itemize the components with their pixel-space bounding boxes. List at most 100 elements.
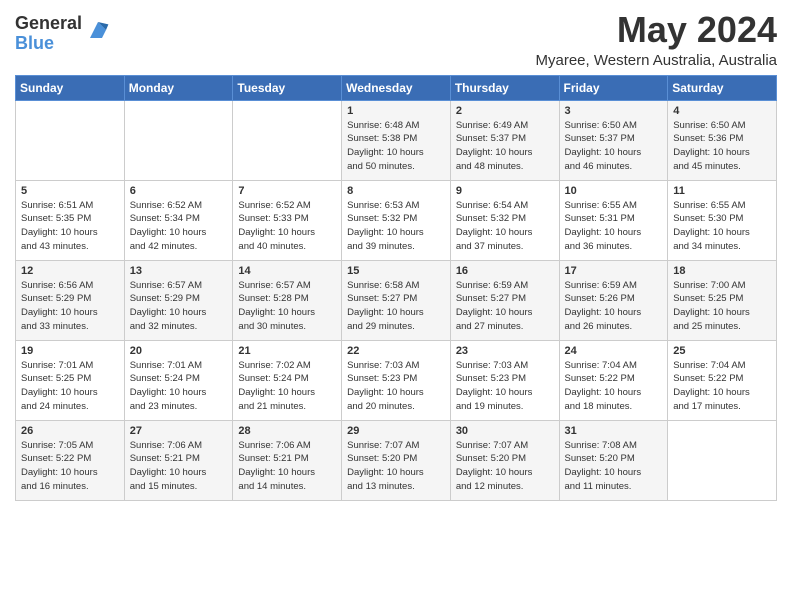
day-info: Sunrise: 6:55 AM Sunset: 5:31 PM Dayligh… xyxy=(565,199,663,254)
calendar-cell: 6Sunrise: 6:52 AM Sunset: 5:34 PM Daylig… xyxy=(124,180,233,260)
calendar-cell: 29 Sunrise: 7:07 AM Sunset: 5:20 PM Dayli… xyxy=(342,420,451,500)
day-number: 15 xyxy=(347,265,445,277)
day-number: 11 xyxy=(673,185,771,197)
day-info: Sunrise: 6:50 AM Sunset: 5:37 PM Dayligh… xyxy=(565,119,663,174)
day-number: 14 xyxy=(238,265,336,277)
day-info: Sunrise: 7:03 AM Sunset: 5:23 PM Dayligh… xyxy=(456,359,554,414)
day-number: 27 xyxy=(130,425,228,437)
day-info: Sunrise: 7:01 AM Sunset: 5:25 PM Dayligh… xyxy=(21,359,119,414)
day-info: Sunrise: 7:07 AM Sunset: 5:20 PM Dayligh… xyxy=(347,439,445,494)
day-info: Sunrise: 7:00 AM Sunset: 5:25 PM Dayligh… xyxy=(673,279,771,334)
day-info: Sunrise: 7:07 AM Sunset: 5:20 PM Dayligh… xyxy=(456,439,554,494)
day-info: Sunrise: 6:57 AM Sunset: 5:29 PM Dayligh… xyxy=(130,279,228,334)
calendar-cell: 18 Sunrise: 7:00 AM Sunset: 5:25 PM Dayli… xyxy=(668,260,777,340)
day-info: Sunrise: 7:03 AM Sunset: 5:23 PM Dayligh… xyxy=(347,359,445,414)
calendar-cell xyxy=(124,100,233,180)
day-number: 10 xyxy=(565,185,663,197)
calendar-cell: 12Sunrise: 6:56 AM Sunset: 5:29 PM Dayli… xyxy=(16,260,125,340)
page-header: General Blue May 2024 Myaree, Western Au… xyxy=(15,10,777,69)
calendar-subtitle: Myaree, Western Australia, Australia xyxy=(536,52,778,69)
day-number: 18 xyxy=(673,265,771,277)
calendar-cell: 10 Sunrise: 6:55 AM Sunset: 5:31 PM Dayli… xyxy=(559,180,668,260)
day-info: Sunrise: 7:04 AM Sunset: 5:22 PM Dayligh… xyxy=(565,359,663,414)
calendar-cell: 13Sunrise: 6:57 AM Sunset: 5:29 PM Dayli… xyxy=(124,260,233,340)
calendar-title: May 2024 xyxy=(536,10,778,50)
day-number: 23 xyxy=(456,345,554,357)
calendar-cell: 15 Sunrise: 6:58 AM Sunset: 5:27 PM Dayli… xyxy=(342,260,451,340)
calendar-table: SundayMondayTuesdayWednesdayThursdayFrid… xyxy=(15,75,777,501)
day-info: Sunrise: 6:50 AM Sunset: 5:36 PM Dayligh… xyxy=(673,119,771,174)
weekday-header-row: SundayMondayTuesdayWednesdayThursdayFrid… xyxy=(16,75,777,100)
calendar-cell: 28 Sunrise: 7:06 AM Sunset: 5:21 PM Dayli… xyxy=(233,420,342,500)
weekday-header-thursday: Thursday xyxy=(450,75,559,100)
calendar-cell xyxy=(668,420,777,500)
day-number: 5 xyxy=(21,185,119,197)
day-info: Sunrise: 6:54 AM Sunset: 5:32 PM Dayligh… xyxy=(456,199,554,254)
day-number: 21 xyxy=(238,345,336,357)
calendar-week-4: 19 Sunrise: 7:01 AM Sunset: 5:25 PM Dayli… xyxy=(16,340,777,420)
day-info: Sunrise: 7:01 AM Sunset: 5:24 PM Dayligh… xyxy=(130,359,228,414)
logo: General Blue xyxy=(15,14,110,54)
day-number: 19 xyxy=(21,345,119,357)
logo-general-text: General xyxy=(15,14,82,34)
day-info: Sunrise: 6:57 AM Sunset: 5:28 PM Dayligh… xyxy=(238,279,336,334)
day-number: 4 xyxy=(673,105,771,117)
calendar-cell xyxy=(233,100,342,180)
calendar-cell: 14 Sunrise: 6:57 AM Sunset: 5:28 PM Dayli… xyxy=(233,260,342,340)
day-info: Sunrise: 7:04 AM Sunset: 5:22 PM Dayligh… xyxy=(673,359,771,414)
day-info: Sunrise: 6:56 AM Sunset: 5:29 PM Dayligh… xyxy=(21,279,119,334)
calendar-cell: 17 Sunrise: 6:59 AM Sunset: 5:26 PM Dayli… xyxy=(559,260,668,340)
calendar-cell: 19 Sunrise: 7:01 AM Sunset: 5:25 PM Dayli… xyxy=(16,340,125,420)
day-number: 29 xyxy=(347,425,445,437)
calendar-cell: 16Sunrise: 6:59 AM Sunset: 5:27 PM Dayli… xyxy=(450,260,559,340)
calendar-cell: 24 Sunrise: 7:04 AM Sunset: 5:22 PM Dayli… xyxy=(559,340,668,420)
weekday-header-tuesday: Tuesday xyxy=(233,75,342,100)
day-info: Sunrise: 7:02 AM Sunset: 5:24 PM Dayligh… xyxy=(238,359,336,414)
calendar-cell: 20 Sunrise: 7:01 AM Sunset: 5:24 PM Dayli… xyxy=(124,340,233,420)
weekday-header-friday: Friday xyxy=(559,75,668,100)
calendar-cell: 25 Sunrise: 7:04 AM Sunset: 5:22 PM Dayli… xyxy=(668,340,777,420)
weekday-header-wednesday: Wednesday xyxy=(342,75,451,100)
day-info: Sunrise: 6:58 AM Sunset: 5:27 PM Dayligh… xyxy=(347,279,445,334)
day-number: 9 xyxy=(456,185,554,197)
day-number: 30 xyxy=(456,425,554,437)
calendar-week-2: 5 Sunrise: 6:51 AM Sunset: 5:35 PM Daylig… xyxy=(16,180,777,260)
day-info: Sunrise: 6:55 AM Sunset: 5:30 PM Dayligh… xyxy=(673,199,771,254)
title-block: May 2024 Myaree, Western Australia, Aust… xyxy=(536,10,778,69)
calendar-cell: 5 Sunrise: 6:51 AM Sunset: 5:35 PM Daylig… xyxy=(16,180,125,260)
weekday-header-sunday: Sunday xyxy=(16,75,125,100)
day-number: 24 xyxy=(565,345,663,357)
day-info: Sunrise: 7:06 AM Sunset: 5:21 PM Dayligh… xyxy=(130,439,228,494)
logo-blue-text: Blue xyxy=(15,34,82,54)
day-number: 28 xyxy=(238,425,336,437)
day-info: Sunrise: 6:59 AM Sunset: 5:26 PM Dayligh… xyxy=(565,279,663,334)
day-info: Sunrise: 6:59 AM Sunset: 5:27 PM Dayligh… xyxy=(456,279,554,334)
calendar-week-3: 12Sunrise: 6:56 AM Sunset: 5:29 PM Dayli… xyxy=(16,260,777,340)
calendar-cell: 2Sunrise: 6:49 AM Sunset: 5:37 PM Daylig… xyxy=(450,100,559,180)
day-number: 8 xyxy=(347,185,445,197)
weekday-header-saturday: Saturday xyxy=(668,75,777,100)
calendar-cell: 21 Sunrise: 7:02 AM Sunset: 5:24 PM Dayli… xyxy=(233,340,342,420)
day-number: 31 xyxy=(565,425,663,437)
calendar-cell: 31 Sunrise: 7:08 AM Sunset: 5:20 PM Dayli… xyxy=(559,420,668,500)
day-info: Sunrise: 6:52 AM Sunset: 5:34 PM Dayligh… xyxy=(130,199,228,254)
calendar-cell: 11 Sunrise: 6:55 AM Sunset: 5:30 PM Dayli… xyxy=(668,180,777,260)
day-number: 7 xyxy=(238,185,336,197)
day-number: 25 xyxy=(673,345,771,357)
day-number: 26 xyxy=(21,425,119,437)
weekday-header-monday: Monday xyxy=(124,75,233,100)
day-number: 20 xyxy=(130,345,228,357)
calendar-cell: 8 Sunrise: 6:53 AM Sunset: 5:32 PM Daylig… xyxy=(342,180,451,260)
calendar-cell xyxy=(16,100,125,180)
day-info: Sunrise: 7:06 AM Sunset: 5:21 PM Dayligh… xyxy=(238,439,336,494)
calendar-cell: 7 Sunrise: 6:52 AM Sunset: 5:33 PM Daylig… xyxy=(233,180,342,260)
day-info: Sunrise: 7:08 AM Sunset: 5:20 PM Dayligh… xyxy=(565,439,663,494)
day-number: 3 xyxy=(565,105,663,117)
day-info: Sunrise: 6:52 AM Sunset: 5:33 PM Dayligh… xyxy=(238,199,336,254)
day-info: Sunrise: 6:53 AM Sunset: 5:32 PM Dayligh… xyxy=(347,199,445,254)
calendar-cell: 3 Sunrise: 6:50 AM Sunset: 5:37 PM Daylig… xyxy=(559,100,668,180)
calendar-cell: 23 Sunrise: 7:03 AM Sunset: 5:23 PM Dayli… xyxy=(450,340,559,420)
day-number: 17 xyxy=(565,265,663,277)
day-info: Sunrise: 6:51 AM Sunset: 5:35 PM Dayligh… xyxy=(21,199,119,254)
logo-icon xyxy=(86,18,110,42)
